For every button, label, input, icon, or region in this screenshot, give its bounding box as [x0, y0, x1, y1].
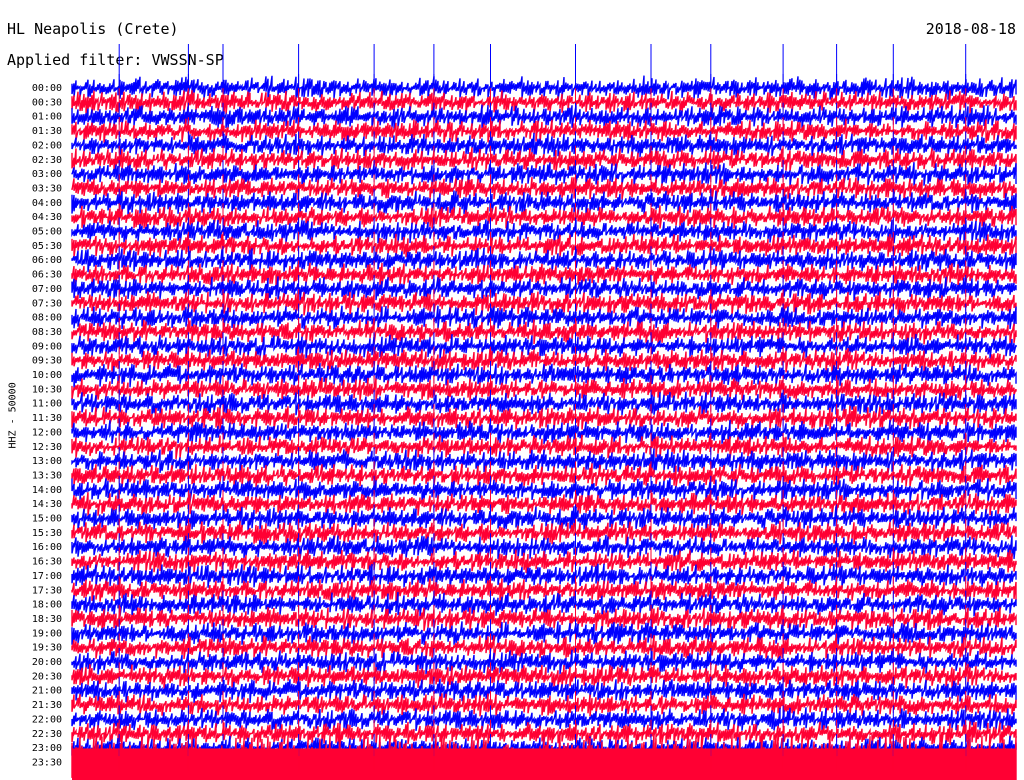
time-tick-label: 09:30	[32, 356, 62, 367]
time-tick-label: 14:30	[32, 499, 62, 510]
time-tick-label: 01:30	[32, 126, 62, 137]
time-tick-label: 13:30	[32, 470, 62, 481]
time-tick-label: 05:00	[32, 227, 62, 238]
time-tick-label: 12:30	[32, 442, 62, 453]
time-tick-label: 04:30	[32, 212, 62, 223]
time-tick-label: 02:00	[32, 140, 62, 151]
time-tick-label: 18:00	[32, 600, 62, 611]
time-tick-label: 21:00	[32, 686, 62, 697]
time-tick-label: 23:30	[32, 757, 62, 768]
time-axis: 00:00 00:30 01:00 01:30 02:00 02:30 03:00 03:30…	[32, 83, 62, 768]
time-tick-label: 22:00	[32, 714, 62, 725]
trace-05:30	[71, 233, 1017, 259]
traces	[71, 75, 1017, 780]
time-tick-label: 14:00	[32, 485, 62, 496]
time-tick-label: 21:30	[32, 700, 62, 711]
time-tick-label: 19:30	[32, 643, 62, 654]
time-tick-label: 06:30	[32, 270, 62, 281]
time-tick-label: 15:00	[32, 514, 62, 525]
trace-01:00	[71, 104, 1017, 130]
time-tick-label: 19:00	[32, 628, 62, 639]
time-tick-label: 17:30	[32, 585, 62, 596]
time-tick-label: 18:30	[32, 614, 62, 625]
time-tick-label: 15:30	[32, 528, 62, 539]
time-tick-label: 23:00	[32, 743, 62, 754]
time-tick-label: 00:00	[32, 83, 62, 94]
time-tick-label: 10:00	[32, 370, 62, 381]
time-tick-label: 10:30	[32, 384, 62, 395]
time-tick-label: 17:00	[32, 571, 62, 582]
time-tick-label: 20:30	[32, 671, 62, 682]
time-tick-label: 16:30	[32, 557, 62, 568]
time-tick-label: 11:00	[32, 399, 62, 410]
time-tick-label: 03:00	[32, 169, 62, 180]
time-tick-label: 02:30	[32, 155, 62, 166]
time-tick-label: 22:30	[32, 729, 62, 740]
time-tick-label: 03:30	[32, 183, 62, 194]
time-tick-label: 01:00	[32, 112, 62, 123]
time-tick-label: 08:30	[32, 327, 62, 338]
time-tick-label: 00:30	[32, 97, 62, 108]
time-tick-label: 12:00	[32, 427, 62, 438]
time-tick-label: 09:00	[32, 341, 62, 352]
helicorder-plot: 00:00 00:30 01:00 01:30 02:00 02:30 03:00 03:30…	[32, 44, 1017, 780]
time-tick-label: 05:30	[32, 241, 62, 252]
time-tick-label: 07:30	[32, 298, 62, 309]
time-tick-label: 04:00	[32, 198, 62, 209]
time-tick-label: 08:00	[32, 313, 62, 324]
time-tick-label: 13:00	[32, 456, 62, 467]
time-tick-label: 07:00	[32, 284, 62, 295]
trace-fill-last	[72, 748, 1016, 780]
time-tick-label: 20:00	[32, 657, 62, 668]
time-tick-label: 06:00	[32, 255, 62, 266]
time-tick-label: 16:00	[32, 542, 62, 553]
time-tick-label: 11:30	[32, 413, 62, 424]
